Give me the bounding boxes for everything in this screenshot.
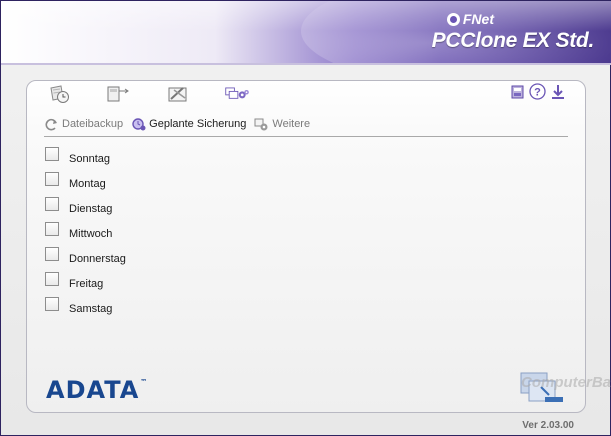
tab-dateibackup[interactable]: Dateibackup bbox=[43, 116, 123, 132]
day-row-samstag: Samstag bbox=[45, 294, 245, 319]
download-icon[interactable] bbox=[549, 83, 566, 100]
day-row-donnerstag: Donnerstag bbox=[45, 244, 245, 269]
label-montag: Montag bbox=[69, 177, 106, 190]
clock-disk-icon[interactable] bbox=[47, 83, 73, 105]
label-sonntag: Sonntag bbox=[69, 152, 110, 165]
checkbox-donnerstag[interactable] bbox=[45, 246, 59, 261]
disk-drive-icon[interactable] bbox=[509, 83, 526, 100]
computerbase-watermark: ComputerBase bbox=[521, 374, 611, 391]
trademark-mark: ™ bbox=[140, 378, 149, 386]
tab-dateibackup-label: Dateibackup bbox=[62, 118, 124, 130]
checkbox-samstag[interactable] bbox=[45, 296, 59, 311]
vendor-logo: FNet bbox=[446, 11, 494, 27]
weekday-list: Sonntag Montag Dienstag Mittwoch Donners… bbox=[45, 144, 245, 319]
title-divider bbox=[1, 63, 611, 65]
label-mittwoch: Mittwoch bbox=[69, 227, 113, 240]
tools-icon[interactable] bbox=[165, 83, 191, 105]
tab-geplante-sicherung[interactable]: Geplante Sicherung bbox=[130, 116, 246, 132]
fnet-logo-icon bbox=[446, 12, 460, 26]
help-icon[interactable]: ? bbox=[529, 83, 546, 100]
refresh-icon bbox=[43, 116, 60, 132]
day-row-sonntag: Sonntag bbox=[45, 144, 245, 169]
day-row-mittwoch: Mittwoch bbox=[45, 219, 245, 244]
checkbox-montag[interactable] bbox=[45, 171, 59, 186]
title-shine bbox=[1, 1, 611, 31]
version-label: Ver 2.03.00 bbox=[522, 420, 574, 431]
checkbox-freitag[interactable] bbox=[45, 271, 59, 286]
restore-arrow-icon[interactable] bbox=[105, 83, 131, 105]
label-dienstag: Dienstag bbox=[69, 202, 113, 215]
checkbox-sonntag[interactable] bbox=[45, 146, 59, 161]
day-row-freitag: Freitag bbox=[45, 269, 245, 294]
help-glyph: ? bbox=[534, 87, 541, 99]
subnav-divider bbox=[44, 136, 568, 137]
checkbox-mittwoch[interactable] bbox=[45, 221, 59, 236]
day-row-dienstag: Dienstag bbox=[45, 194, 245, 219]
settings-gears-icon[interactable] bbox=[224, 83, 250, 105]
gear-icon bbox=[253, 116, 270, 132]
label-samstag: Samstag bbox=[69, 302, 113, 315]
adata-logo-text: ADATA bbox=[46, 376, 140, 404]
label-freitag: Freitag bbox=[69, 277, 104, 290]
subnav: Dateibackup Geplante Sicherung Weitere bbox=[43, 115, 317, 133]
day-row-montag: Montag bbox=[45, 169, 245, 194]
product-title: PCClone EX Std. bbox=[431, 29, 595, 52]
tab-geplante-sicherung-label: Geplante Sicherung bbox=[149, 118, 247, 130]
label-donnerstag: Donnerstag bbox=[69, 252, 126, 265]
title-bar[interactable]: FNet PCClone EX Std. bbox=[1, 1, 611, 63]
help-toolbar: ? bbox=[509, 83, 566, 100]
adata-logo: ADATA™ bbox=[46, 376, 148, 404]
vendor-name: FNet bbox=[462, 11, 494, 27]
app-window: FNet PCClone EX Std. ? Dateibackup Gepla… bbox=[0, 0, 611, 436]
tab-weitere-label: Weitere bbox=[272, 118, 311, 130]
checkbox-dienstag[interactable] bbox=[45, 196, 59, 211]
tab-weitere[interactable]: Weitere bbox=[253, 116, 310, 132]
schedule-icon bbox=[130, 116, 147, 132]
